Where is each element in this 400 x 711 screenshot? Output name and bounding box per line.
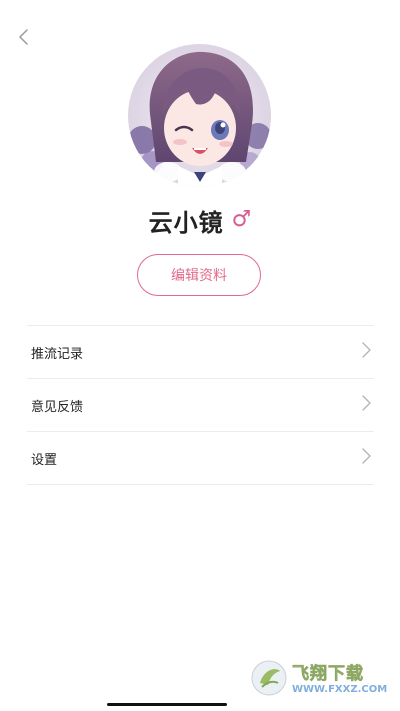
menu-item-feedback[interactable]: 意见反馈	[27, 379, 374, 432]
watermark-url: WWW.FXXZ.COM	[292, 684, 388, 695]
back-button[interactable]	[10, 26, 36, 52]
chevron-right-icon	[360, 394, 372, 416]
menu-item-stream-records[interactable]: 推流记录	[27, 326, 374, 379]
edit-profile-button[interactable]: 编辑资料	[137, 254, 261, 296]
menu-item-label: 推流记录	[31, 346, 84, 362]
watermark-title: 飞翔下载	[292, 664, 364, 685]
chevron-left-icon	[16, 27, 30, 51]
watermark: 飞翔下载 WWW.FXXZ.COM	[250, 660, 390, 700]
watermark-logo-icon	[250, 659, 288, 701]
menu-item-label: 意见反馈	[31, 399, 84, 415]
chevron-right-icon	[360, 447, 372, 469]
male-icon: ♂	[231, 207, 252, 232]
home-indicator[interactable]	[107, 703, 227, 706]
chevron-right-icon	[360, 341, 372, 363]
menu-item-settings[interactable]: 设置	[27, 432, 374, 485]
profile-name-row: 云小镜 ♂	[0, 200, 400, 240]
avatar[interactable]	[128, 44, 271, 187]
menu-item-label: 设置	[31, 452, 58, 468]
profile-name: 云小镜	[148, 208, 224, 237]
settings-menu: 推流记录 意见反馈 设置	[27, 325, 374, 485]
